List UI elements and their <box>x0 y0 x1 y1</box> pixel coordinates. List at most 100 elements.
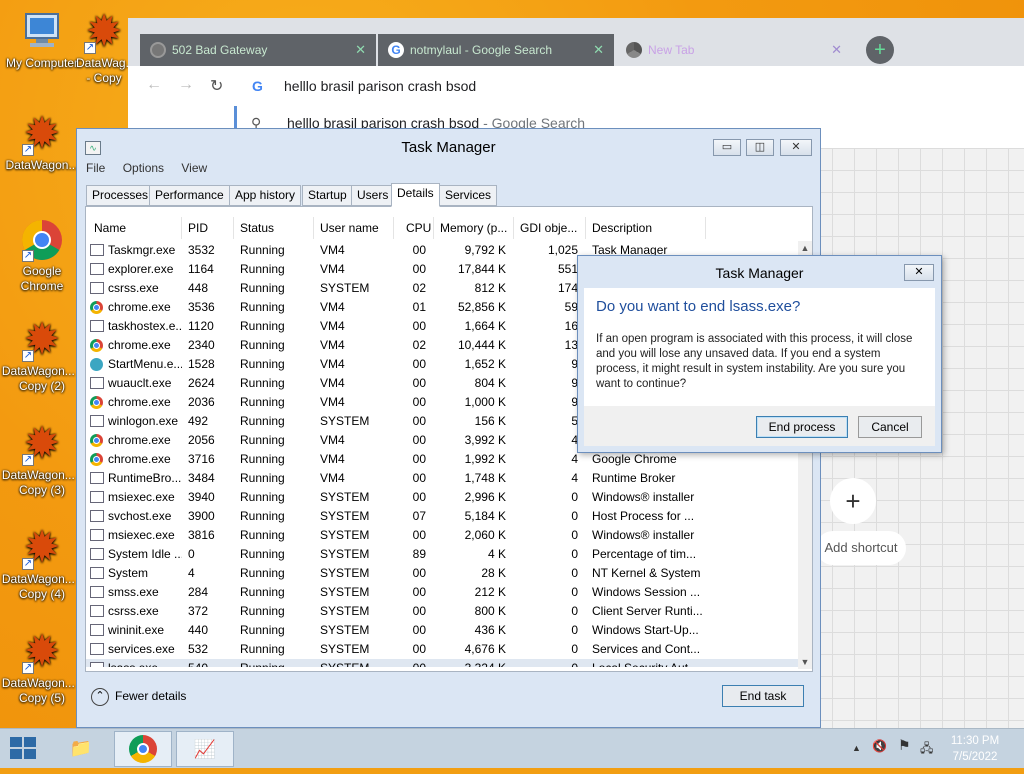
cell-cpu: 02 <box>412 281 426 295</box>
add-shortcut-label[interactable]: Add shortcut <box>816 531 906 565</box>
add-shortcut-button[interactable]: + <box>830 478 876 524</box>
close-tab-icon[interactable]: ✕ <box>593 34 604 66</box>
cell-user: SYSTEM <box>320 281 370 295</box>
end-process-button[interactable]: End process <box>756 416 848 438</box>
desktop-icon-datawagon-copy-4[interactable]: ✹ ↗ DataWagon... - Copy (4) <box>0 526 84 602</box>
taskbar-task-manager[interactable]: 📈 <box>176 731 234 767</box>
cell-name: smss.exe <box>108 585 159 599</box>
forward-button[interactable]: → <box>178 76 194 94</box>
table-row[interactable]: svchost.exe 3900 Running SYSTEM 07 5,184 K 0 Ho… <box>86 507 798 526</box>
column-cpu[interactable]: CPU <box>394 217 434 239</box>
cell-user: VM4 <box>320 395 345 409</box>
reload-button[interactable]: ↻ <box>210 76 223 96</box>
tab-performance[interactable]: Performance <box>149 185 230 206</box>
cell-user: SYSTEM <box>320 490 370 504</box>
cell-name: msiexec.exe <box>108 490 175 504</box>
desktop-icon-datawagon-copy-2[interactable]: ✹ ↗ DataWagon... - Copy (2) <box>0 318 84 394</box>
close-tab-icon[interactable]: ✕ <box>355 34 366 66</box>
volume-muted-icon[interactable]: 🔇 <box>872 739 887 753</box>
table-row[interactable]: System Idle ... 0 Running SYSTEM 89 4 K 0 Perce… <box>86 545 798 564</box>
cell-user: SYSTEM <box>320 566 370 580</box>
scroll-down-icon[interactable]: ▼ <box>798 655 812 669</box>
desktop-icon-my-computer[interactable]: My Computer <box>0 10 84 71</box>
column-user-name[interactable]: User name <box>314 217 394 239</box>
table-row[interactable]: services.exe 532 Running SYSTEM 00 4,676 K 0 Se… <box>86 640 798 659</box>
cell-pid: 540 <box>188 659 234 667</box>
cell-user: VM4 <box>320 319 345 333</box>
tab-users[interactable]: Users <box>351 185 395 206</box>
table-row[interactable]: msiexec.exe 3816 Running SYSTEM 00 2,060 K 0 Wi… <box>86 526 798 545</box>
action-center-flag-icon[interactable]: ⚑ <box>898 737 911 754</box>
cell-cpu: 01 <box>412 300 426 314</box>
start-button[interactable] <box>10 737 38 761</box>
desktop-icon-label: DataWagon... - Copy (4) <box>1 572 83 601</box>
scroll-up-icon[interactable]: ▲ <box>798 241 812 255</box>
address-bar[interactable]: G helllo brasil parison crash bsod <box>234 72 1024 100</box>
menu-options[interactable]: Options <box>123 161 164 175</box>
tab-new-tab[interactable]: New Tab ✕ <box>616 34 852 66</box>
column-pid[interactable]: PID <box>182 217 234 239</box>
clock-time: 11:30 PM <box>950 735 1000 747</box>
tab-502-bad-gateway[interactable]: 502 Bad Gateway ✕ <box>140 34 376 66</box>
tab-startup[interactable]: Startup <box>302 185 353 206</box>
cell-name: csrss.exe <box>108 604 159 618</box>
menu-file[interactable]: File <box>86 161 105 175</box>
taskbar-file-explorer[interactable]: 📁 <box>52 731 110 767</box>
menu-view[interactable]: View <box>181 161 207 175</box>
close-button[interactable]: ✕ <box>780 139 812 156</box>
close-tab-icon[interactable]: ✕ <box>831 34 842 66</box>
cell-desc: Windows® installer <box>592 528 695 542</box>
cell-mem: 3,324 K <box>434 659 506 667</box>
desktop-icon-datawagon[interactable]: ✹ ↗ DataWagon... <box>0 112 84 173</box>
cell-cpu: 00 <box>412 395 426 409</box>
cancel-button[interactable]: Cancel <box>858 416 922 438</box>
cell-status: Running <box>240 528 285 542</box>
column-name[interactable]: Name <box>86 217 182 239</box>
tab-processes[interactable]: Processes <box>86 185 155 206</box>
table-row[interactable]: System 4 Running SYSTEM 00 28 K 0 NT Kernel & S… <box>86 564 798 583</box>
windows-logo-pane <box>10 749 22 759</box>
fewer-details-label: Fewer details <box>115 689 187 703</box>
table-row[interactable]: wininit.exe 440 Running SYSTEM 00 436 K 0 Windo… <box>86 621 798 640</box>
tab-details[interactable]: Details <box>391 183 440 207</box>
table-row[interactable]: msiexec.exe 3940 Running SYSTEM 00 2,996 K 0 Wi… <box>86 488 798 507</box>
end-task-button[interactable]: End task <box>722 685 804 707</box>
cell-mem: 4,676 K <box>464 642 506 656</box>
cell-gdi: 174 <box>557 281 578 295</box>
column-description[interactable]: Description <box>586 217 706 239</box>
system-clock[interactable]: 11:30 PM 7/5/2022 <box>940 733 1010 765</box>
desktop-icon-datawagon-copy[interactable]: ✹ ↗ DataWag... - Copy <box>76 10 136 86</box>
cell-cpu: 00 <box>412 623 426 637</box>
tab-google-search[interactable]: G notmylaul - Google Search ✕ <box>378 34 614 66</box>
column-memory[interactable]: Memory (p... <box>434 217 514 239</box>
show-hidden-icons-button[interactable]: ▲ <box>852 743 861 753</box>
column-gdi-objects[interactable]: GDI obje... <box>514 217 586 239</box>
desktop-icon-datawagon-copy-5[interactable]: ✹ ↗ DataWagon... - Copy (5) <box>0 630 84 706</box>
table-row[interactable]: smss.exe 284 Running SYSTEM 00 212 K 0 Windows … <box>86 583 798 602</box>
fewer-details-link[interactable]: ⌃ Fewer details <box>91 687 186 706</box>
tab-services[interactable]: Services <box>439 185 498 206</box>
tab-app-history[interactable]: App history <box>229 185 302 206</box>
cell-name: wuauclt.exe <box>108 376 172 390</box>
application-window-icon <box>90 567 104 579</box>
column-status[interactable]: Status <box>234 217 314 239</box>
table-row[interactable]: RuntimeBro... 3484 Running VM4 00 1,748 K 4 Run… <box>86 469 798 488</box>
desktop-icon-datawagon-copy-3[interactable]: ✹ ↗ DataWagon... - Copy (3) <box>0 422 84 498</box>
cell-mem: 28 K <box>481 566 506 580</box>
cell-gdi: 4 <box>571 471 578 485</box>
application-window-icon <box>90 472 104 484</box>
desktop-icon-google-chrome[interactable]: ↗ Google Chrome <box>0 218 84 294</box>
new-tab-button[interactable]: + <box>866 36 894 64</box>
restore-button[interactable]: ◫ <box>746 139 774 156</box>
table-row[interactable]: lsass.exe 540 Running SYSTEM00 3,324 K 0 Local… <box>86 659 798 667</box>
datawagon-star-icon: ✹ ↗ <box>22 109 61 158</box>
cell-user: VM4 <box>320 300 345 314</box>
back-button[interactable]: ← <box>146 76 162 94</box>
cell-user: SYSTEM <box>320 642 370 656</box>
cell-mem: 9,792 K <box>464 243 506 257</box>
network-icon[interactable]: 🖧 <box>920 739 933 760</box>
taskbar-chrome[interactable] <box>114 731 172 767</box>
dialog-close-button[interactable]: ✕ <box>904 264 934 281</box>
table-row[interactable]: csrss.exe 372 Running SYSTEM 00 800 K 0 Client … <box>86 602 798 621</box>
minimize-button[interactable]: ▭ <box>713 139 741 156</box>
